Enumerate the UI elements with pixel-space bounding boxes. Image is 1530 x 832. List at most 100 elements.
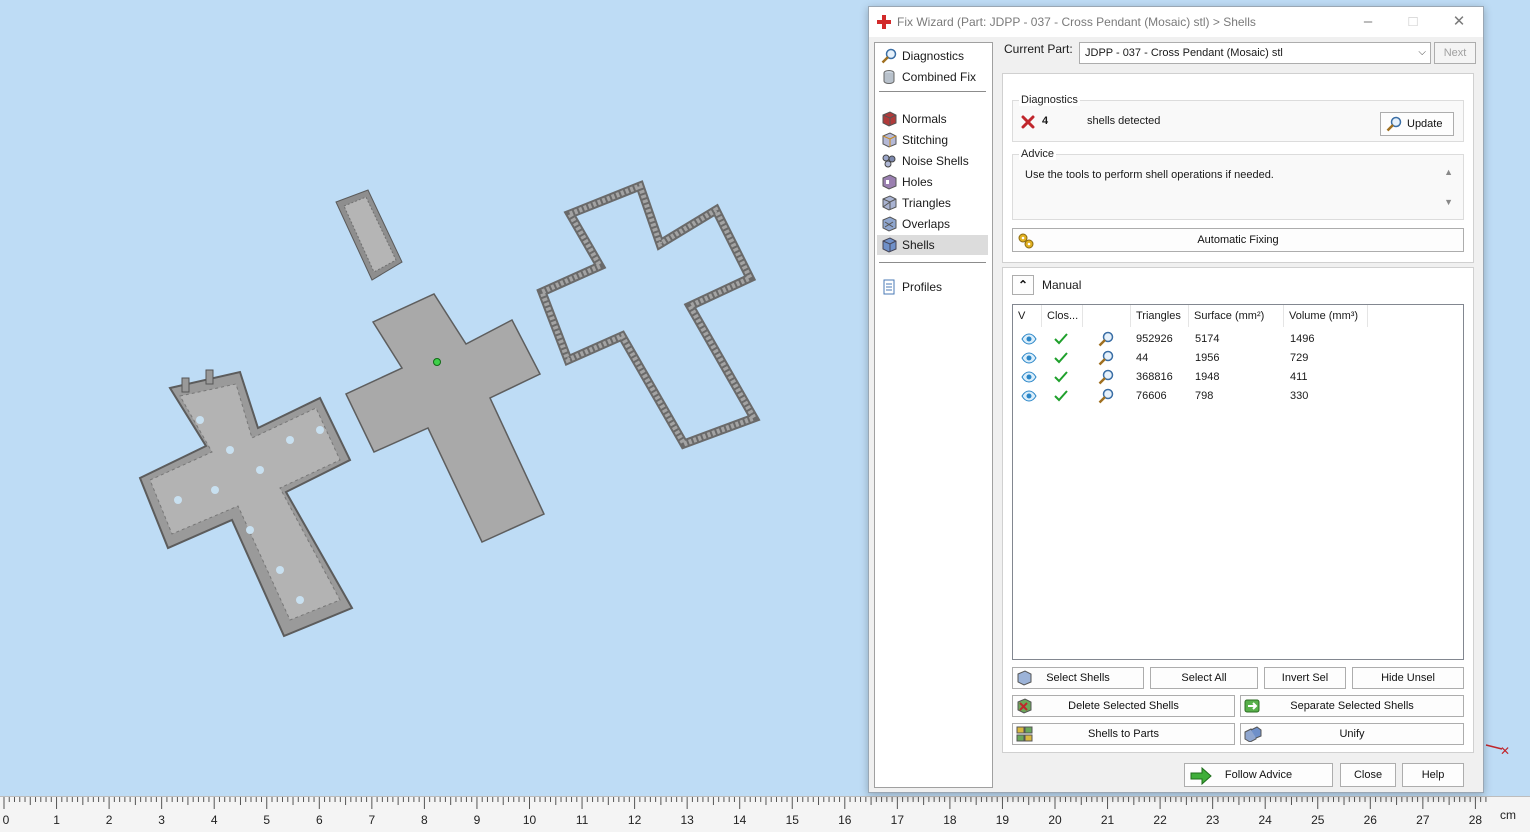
current-part-select[interactable]: JDPP - 037 - Cross Pendant (Mosaic) stl … (1079, 42, 1431, 64)
hide-unsel-button[interactable]: Hide Unsel (1352, 667, 1464, 689)
follow-advice-button[interactable]: Follow Advice (1184, 763, 1333, 787)
eye-icon[interactable] (1021, 371, 1037, 383)
cell-triangles: 44 (1136, 352, 1149, 364)
model-scene[interactable] (0, 0, 870, 796)
normals-icon (882, 111, 897, 127)
separate-selected-shells-button[interactable]: Separate Selected Shells (1240, 695, 1464, 717)
table-row[interactable]: 952926 5174 1496 (1013, 330, 1463, 348)
error-x-icon (1021, 115, 1035, 129)
update-button[interactable]: Update (1380, 112, 1454, 136)
check-icon (1054, 371, 1068, 383)
tool-navigation: Diagnostics Combined Fix Normals Stitchi… (874, 42, 993, 788)
ruler-label: 28 (1468, 813, 1483, 827)
ruler-label: 19 (995, 813, 1010, 827)
ruler-label: 9 (473, 813, 481, 827)
ruler-label: 1 (53, 813, 60, 827)
eye-icon[interactable] (1021, 352, 1037, 364)
invert-sel-button[interactable]: Invert Sel (1264, 667, 1346, 689)
select-shells-label: Select Shells (1046, 672, 1110, 684)
zoom-to-shell-icon[interactable] (1098, 388, 1114, 404)
nav-item-diagnostics[interactable]: Diagnostics (877, 46, 988, 66)
delete-selected-label: Delete Selected Shells (1068, 700, 1179, 712)
nav-item-stitching[interactable]: Stitching (877, 130, 988, 150)
nav-item-triangles[interactable]: Triangles (877, 193, 988, 213)
axis-gizmo: ✕ (1485, 744, 1510, 758)
nav-divider (879, 91, 986, 92)
ruler-label: 12 (627, 813, 642, 827)
advice-text: Use the tools to perform shell operation… (1025, 169, 1274, 181)
ruler-label: 4 (210, 813, 218, 827)
shells-to-parts-button[interactable]: Shells to Parts (1012, 723, 1235, 745)
title-bar[interactable]: Fix Wizard (Part: JDPP - 037 - Cross Pen… (869, 7, 1483, 37)
bail-shell[interactable] (335, 189, 403, 281)
cell-surface: 1956 (1195, 352, 1220, 364)
cross-plate-shell[interactable] (344, 293, 546, 543)
minimize-button[interactable]: – (1353, 11, 1383, 33)
scroll-down-icon[interactable]: ▼ (1444, 197, 1453, 207)
diagnostics-header: Diagnostics (1019, 94, 1080, 106)
holes-icon (882, 174, 897, 190)
cross-frame-shell[interactable] (536, 180, 761, 450)
app-cross-icon (877, 15, 891, 29)
ruler-label: 6 (315, 813, 323, 827)
shells-detected-text: shells detected (1087, 115, 1161, 127)
nav-item-shells[interactable]: Shells (877, 235, 988, 255)
nav-item-overlaps[interactable]: Overlaps (877, 214, 988, 234)
nav-item-combined-fix[interactable]: Combined Fix (877, 67, 988, 87)
current-part-value: JDPP - 037 - Cross Pendant (Mosaic) stl (1085, 47, 1283, 59)
close-button[interactable]: Close (1340, 763, 1396, 787)
col-header-volume[interactable]: Volume (mm³) (1284, 305, 1368, 327)
select-shells-button[interactable]: Select Shells (1012, 667, 1144, 689)
col-header-visible[interactable]: V (1013, 305, 1042, 327)
col-header-surface[interactable]: Surface (mm²) (1189, 305, 1284, 327)
table-row[interactable]: 76606 798 330 (1013, 387, 1463, 405)
cell-surface: 5174 (1195, 333, 1220, 345)
zoom-to-shell-icon[interactable] (1098, 369, 1114, 385)
eye-icon[interactable] (1021, 390, 1037, 402)
scroll-up-icon[interactable]: ▲ (1444, 167, 1453, 177)
ruler-label: 16 (838, 813, 852, 827)
ruler-label: 8 (421, 813, 428, 827)
advice-header: Advice (1019, 148, 1057, 160)
col-header-action[interactable] (1083, 305, 1131, 327)
arrow-right-icon (1190, 767, 1212, 785)
table-row[interactable]: 44 1956 729 (1013, 349, 1463, 367)
ruler-label: 13 (680, 813, 694, 827)
table-row[interactable]: 368816 1948 411 (1013, 368, 1463, 386)
overlaps-icon (882, 216, 897, 232)
ruler-label: 18 (943, 813, 957, 827)
help-button[interactable]: Help (1402, 763, 1464, 787)
nav-item-holes[interactable]: Holes (877, 172, 988, 192)
zoom-to-shell-icon[interactable] (1098, 331, 1114, 347)
collapse-manual-button[interactable]: ⌃ (1012, 275, 1034, 295)
cell-triangles: 76606 (1136, 390, 1167, 402)
eye-icon[interactable] (1021, 333, 1037, 345)
shells-icon (882, 237, 897, 253)
delete-selected-shells-button[interactable]: Delete Selected Shells (1012, 695, 1235, 717)
update-label: Update (1407, 118, 1443, 130)
gears-icon (1018, 233, 1034, 249)
unify-button[interactable]: Unify (1240, 723, 1464, 745)
diagnostics-group: 4 shells detected Update (1012, 100, 1464, 142)
fix-wizard-window: Fix Wizard (Part: JDPP - 037 - Cross Pen… (868, 6, 1484, 793)
check-icon (1054, 390, 1068, 402)
shells-table[interactable]: V Clos... Triangles Surface (mm²) Volume… (1012, 304, 1464, 660)
nav-item-profiles[interactable]: Profiles (877, 277, 988, 297)
unify-label: Unify (1339, 728, 1365, 740)
nav-item-normals[interactable]: Normals (877, 109, 988, 129)
col-header-closed[interactable]: Clos... (1042, 305, 1083, 327)
nav-item-noise-shells[interactable]: Noise Shells (877, 151, 988, 171)
ruler-label: 21 (1100, 813, 1115, 827)
automatic-fixing-button[interactable]: Automatic Fixing (1012, 228, 1464, 252)
check-icon (1054, 333, 1068, 345)
close-window-button[interactable]: ✕ (1444, 11, 1474, 33)
nav-divider (879, 262, 986, 263)
maximize-button[interactable]: □ (1398, 11, 1428, 33)
select-all-button[interactable]: Select All (1150, 667, 1258, 689)
triangles-icon (882, 195, 897, 211)
next-button[interactable]: Next (1434, 42, 1476, 64)
cell-surface: 798 (1195, 390, 1214, 402)
pendant-mosaic-shell[interactable] (138, 369, 354, 638)
zoom-to-shell-icon[interactable] (1098, 350, 1114, 366)
col-header-triangles[interactable]: Triangles (1131, 305, 1189, 327)
